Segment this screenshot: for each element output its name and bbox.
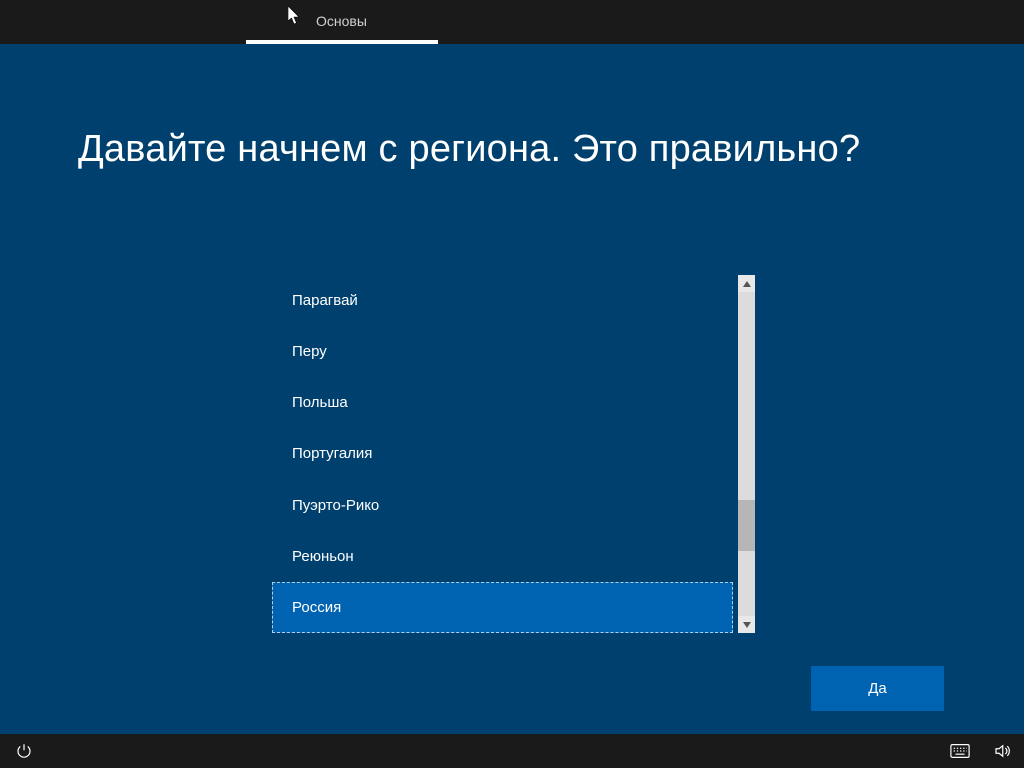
bottom-bar xyxy=(0,734,1024,768)
list-item[interactable]: Пуэрто-Рико xyxy=(272,480,733,531)
title-bar: Основы xyxy=(0,0,1024,44)
keyboard-icon[interactable] xyxy=(950,741,970,761)
yes-button[interactable]: Да xyxy=(811,666,944,711)
page-title: Давайте начнем с региона. Это правильно? xyxy=(78,128,860,171)
region-list: Парагвай Перу Польша Португалия Пуэрто-Р… xyxy=(272,275,755,633)
power-icon[interactable] xyxy=(14,741,34,761)
list-item[interactable]: Перу xyxy=(272,326,733,377)
tab-indicator xyxy=(246,40,438,44)
scroll-up-button[interactable] xyxy=(738,275,755,292)
list-item[interactable]: Португалия xyxy=(272,428,733,479)
list-item[interactable]: Парагвай xyxy=(272,275,733,326)
tab-label[interactable]: Основы xyxy=(316,13,367,29)
scroll-down-button[interactable] xyxy=(738,616,755,633)
volume-icon[interactable] xyxy=(992,741,1012,761)
list-item[interactable]: Польша xyxy=(272,377,733,428)
scroll-thumb[interactable] xyxy=(738,500,755,551)
scrollbar[interactable] xyxy=(738,275,755,633)
region-list-items: Парагвай Перу Польша Португалия Пуэрто-Р… xyxy=(272,275,733,633)
list-item[interactable]: Реюньон xyxy=(272,531,733,582)
list-item[interactable]: Россия xyxy=(272,582,733,633)
